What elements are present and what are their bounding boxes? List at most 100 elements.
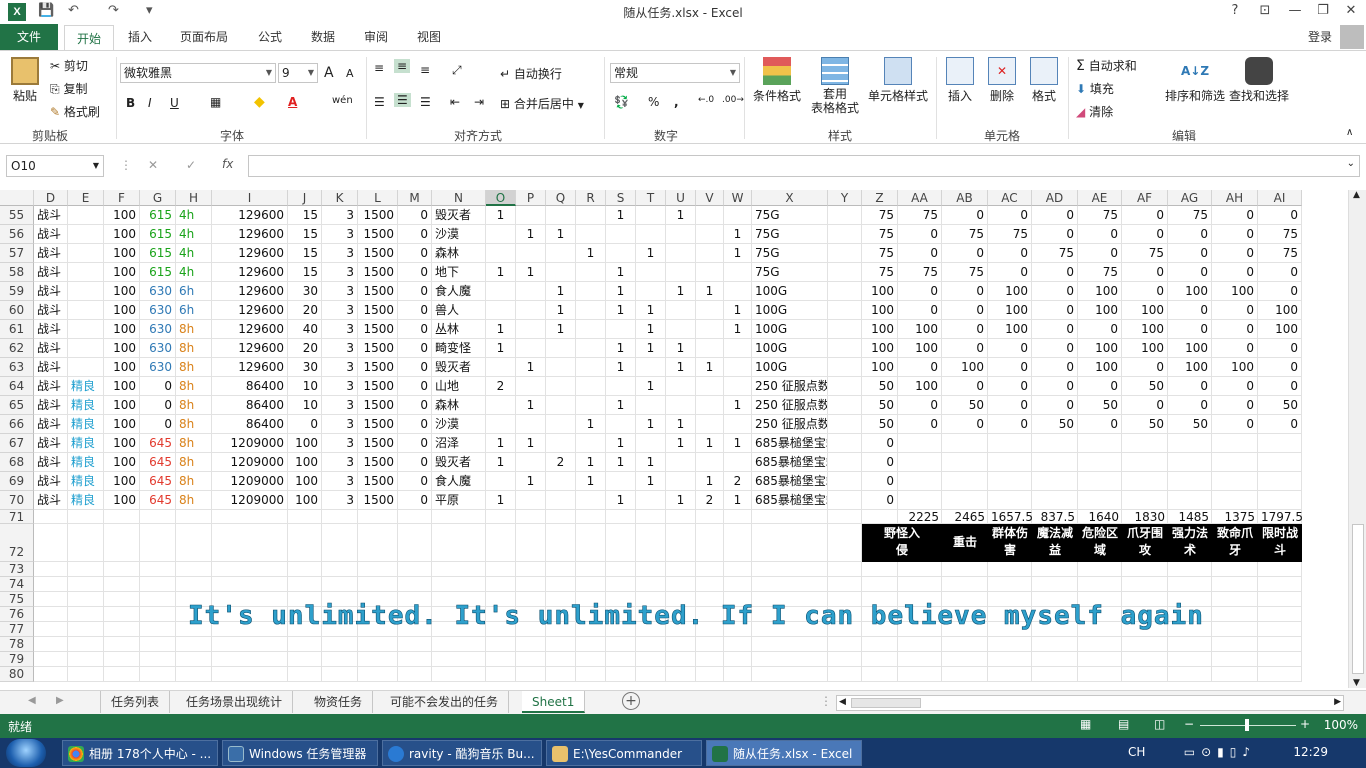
table-cell[interactable] xyxy=(34,652,68,667)
table-cell[interactable]: 精良 xyxy=(68,377,104,396)
table-cell[interactable]: 毁灭者 xyxy=(432,206,486,225)
table-cell[interactable]: 100 xyxy=(1122,339,1168,358)
table-cell[interactable]: 30 xyxy=(288,282,322,301)
table-cell[interactable]: 0 xyxy=(1212,244,1258,263)
minimize-button[interactable]: — xyxy=(1282,3,1308,18)
table-cell[interactable] xyxy=(606,472,636,491)
table-cell[interactable] xyxy=(212,637,288,652)
table-cell[interactable]: 100 xyxy=(104,358,140,377)
table-cell[interactable]: 1209000 xyxy=(212,453,288,472)
prev-sheet-icon[interactable]: ◀ xyxy=(28,695,36,706)
table-cell[interactable] xyxy=(1078,434,1122,453)
table-cell[interactable] xyxy=(636,637,666,652)
table-cell[interactable]: 100G xyxy=(752,320,828,339)
table-cell[interactable] xyxy=(1212,607,1258,622)
table-cell[interactable] xyxy=(140,592,176,607)
table-cell[interactable] xyxy=(636,225,666,244)
table-cell[interactable] xyxy=(576,577,606,592)
column-header[interactable]: M xyxy=(398,190,432,206)
table-cell[interactable] xyxy=(68,637,104,652)
table-cell[interactable]: 1 xyxy=(516,434,546,453)
table-cell[interactable] xyxy=(606,652,636,667)
table-cell[interactable]: 0 xyxy=(1032,263,1078,282)
table-cell[interactable] xyxy=(828,225,862,244)
table-cell[interactable] xyxy=(212,577,288,592)
table-cell[interactable] xyxy=(212,652,288,667)
table-cell[interactable]: 1 xyxy=(636,244,666,263)
table-cell[interactable] xyxy=(696,301,724,320)
table-cell[interactable] xyxy=(576,396,606,415)
table-cell[interactable] xyxy=(942,652,988,667)
table-cell[interactable] xyxy=(1168,562,1212,577)
table-cell[interactable] xyxy=(1122,434,1168,453)
table-cell[interactable]: 0 xyxy=(1122,206,1168,225)
table-cell[interactable] xyxy=(358,667,398,682)
table-cell[interactable]: 250 征服点数仅联盟 xyxy=(752,415,828,434)
table-cell[interactable] xyxy=(828,377,862,396)
table-cell[interactable] xyxy=(576,434,606,453)
table-cell[interactable]: 0 xyxy=(288,415,322,434)
table-cell[interactable] xyxy=(288,524,322,562)
table-cell[interactable] xyxy=(576,637,606,652)
find-select-button[interactable]: 查找和选择 xyxy=(1228,57,1290,104)
table-cell[interactable] xyxy=(176,577,212,592)
table-cell[interactable] xyxy=(212,667,288,682)
table-cell[interactable]: 100 xyxy=(104,453,140,472)
column-header[interactable]: AH xyxy=(1212,190,1258,206)
table-cell[interactable] xyxy=(576,358,606,377)
table-cell[interactable]: 1500 xyxy=(358,282,398,301)
table-cell[interactable] xyxy=(516,301,546,320)
table-cell[interactable]: 75 xyxy=(862,263,898,282)
table-cell[interactable]: 1 xyxy=(606,263,636,282)
table-cell[interactable] xyxy=(898,472,942,491)
table-cell[interactable]: 0 xyxy=(898,358,942,377)
table-cell[interactable] xyxy=(1258,622,1302,637)
table-cell[interactable]: 0 xyxy=(942,244,988,263)
align-bottom-icon[interactable]: ≡ xyxy=(420,63,430,77)
table-cell[interactable]: 100G xyxy=(752,301,828,320)
table-cell[interactable]: 0 xyxy=(1032,358,1078,377)
table-cell[interactable] xyxy=(898,434,942,453)
table-cell[interactable]: 0 xyxy=(398,263,432,282)
table-cell[interactable]: 精良 xyxy=(68,434,104,453)
table-cell[interactable] xyxy=(432,637,486,652)
table-cell[interactable] xyxy=(516,282,546,301)
font-color-icon[interactable]: A xyxy=(288,95,297,109)
table-cell[interactable]: 100G xyxy=(752,358,828,377)
table-cell[interactable] xyxy=(1168,577,1212,592)
table-cell[interactable]: 0 xyxy=(398,225,432,244)
table-cell[interactable] xyxy=(666,263,696,282)
table-cell[interactable] xyxy=(606,637,636,652)
table-cell[interactable] xyxy=(516,577,546,592)
table-cell[interactable] xyxy=(34,562,68,577)
table-cell[interactable] xyxy=(752,652,828,667)
table-cell[interactable]: 沙漠 xyxy=(432,225,486,244)
table-cell[interactable]: 1209000 xyxy=(212,472,288,491)
table-cell[interactable] xyxy=(666,396,696,415)
table-cell[interactable]: 100 xyxy=(1078,282,1122,301)
table-cell[interactable]: 1500 xyxy=(358,491,398,510)
table-cell[interactable]: 75 xyxy=(1258,225,1302,244)
table-cell[interactable] xyxy=(724,637,752,652)
table-cell[interactable]: 战斗 xyxy=(34,282,68,301)
table-cell[interactable] xyxy=(752,577,828,592)
row-header[interactable]: 58 xyxy=(0,263,34,282)
table-cell[interactable] xyxy=(666,577,696,592)
table-cell[interactable]: 0 xyxy=(1168,225,1212,244)
table-cell[interactable] xyxy=(546,524,576,562)
row-header[interactable]: 69 xyxy=(0,472,34,491)
table-cell[interactable]: 0 xyxy=(988,358,1032,377)
sheet-tab-scene-stats[interactable]: 任务场景出现统计 xyxy=(176,691,294,713)
table-cell[interactable]: 1 xyxy=(606,206,636,225)
table-cell[interactable]: 0 xyxy=(398,491,432,510)
table-cell[interactable] xyxy=(636,562,666,577)
decrease-decimal-icon[interactable]: .00→ xyxy=(722,95,744,105)
table-cell[interactable]: 100 xyxy=(898,377,942,396)
column-header[interactable]: Y xyxy=(828,190,862,206)
grow-font-button[interactable]: A xyxy=(324,65,334,81)
table-cell[interactable]: 0 xyxy=(942,415,988,434)
table-cell[interactable]: 15 xyxy=(288,225,322,244)
table-cell[interactable]: 75 xyxy=(1258,244,1302,263)
cell-styles-button[interactable]: 单元格样式 xyxy=(866,57,930,104)
table-cell[interactable]: 8h xyxy=(176,453,212,472)
